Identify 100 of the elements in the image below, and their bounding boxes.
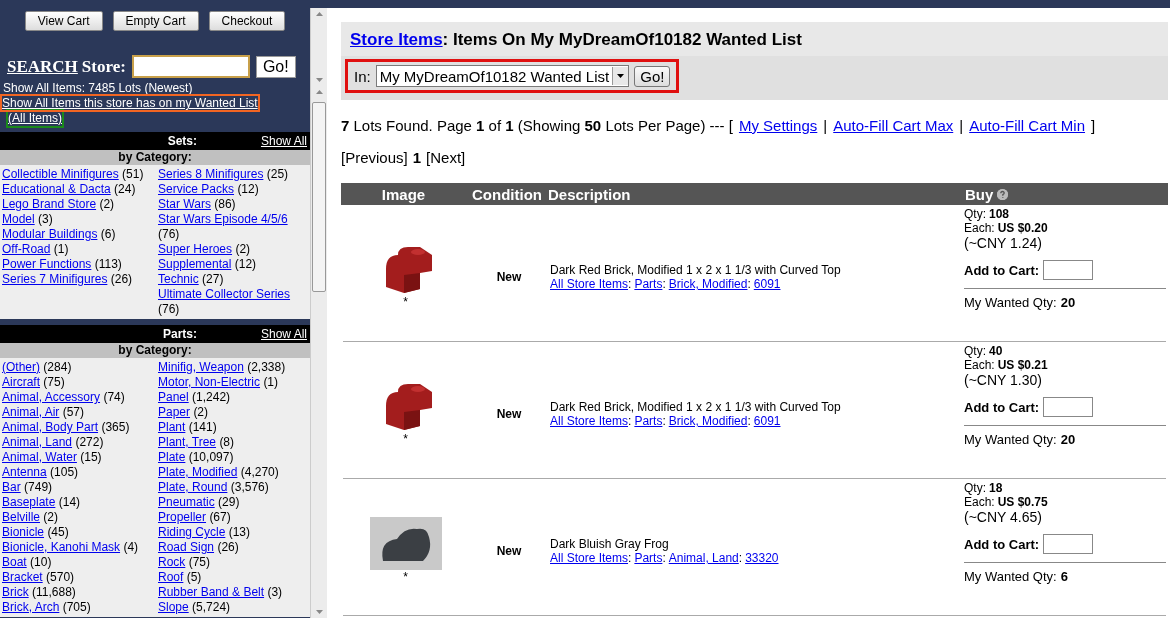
category-count: (141)	[188, 420, 217, 434]
breadcrumb-link[interactable]: Animal, Land	[668, 551, 739, 565]
show-all-link[interactable]: Show All	[260, 327, 307, 341]
category-link[interactable]: Plate	[158, 450, 186, 464]
category-link[interactable]: Pneumatic	[158, 495, 215, 509]
category-count: (2)	[235, 242, 251, 256]
help-icon[interactable]	[997, 188, 1009, 200]
settings-link[interactable]: Auto-Fill Cart Min	[969, 117, 1085, 134]
category-link[interactable]: Rubber Band & Belt	[158, 585, 265, 599]
category-link[interactable]: Animal, Body Part	[2, 420, 99, 434]
category-link[interactable]: Rock	[158, 555, 186, 569]
category-count: (14)	[58, 495, 81, 509]
store-items-link[interactable]: Store Items	[350, 30, 443, 49]
quantity-field[interactable]	[1043, 534, 1094, 554]
category-link[interactable]: Power Functions	[2, 257, 92, 271]
category-link[interactable]: Bionicle, Kanohi Mask	[2, 540, 121, 554]
category-link[interactable]: Modular Buildings	[2, 227, 98, 241]
image-mark[interactable]: *	[403, 295, 408, 309]
category-link[interactable]: Animal, Water	[2, 450, 77, 464]
cart-button[interactable]: View Cart	[24, 11, 103, 31]
category-link[interactable]: Star Wars Episode 4/5/6	[158, 212, 288, 226]
category-link[interactable]: Boat	[2, 555, 27, 569]
category-link[interactable]: Lego Brand Store	[2, 197, 97, 211]
category-link[interactable]: Minifig, Weapon	[158, 360, 244, 374]
scrollbar[interactable]	[310, 8, 327, 86]
scrollbar[interactable]	[310, 86, 327, 618]
category-link[interactable]: Technic	[158, 272, 199, 286]
category-link[interactable]: Collectible Minifigures	[2, 167, 119, 181]
scroll-up-icon[interactable]	[315, 12, 323, 16]
category-link[interactable]: Brick, Arch	[2, 600, 60, 614]
category-link[interactable]: Plant	[158, 420, 186, 434]
search-label: Store:	[81, 56, 126, 77]
category-link[interactable]: Model	[2, 212, 35, 226]
all-items-link[interactable]: (All Items)	[8, 111, 62, 126]
category-count: (4)	[123, 540, 139, 554]
category-link[interactable]: Road Sign	[158, 540, 215, 554]
list-dropdown[interactable]: My MyDreamOf10182 Wanted List	[375, 65, 630, 87]
category-count: (76)	[158, 302, 180, 316]
column-header: Condition	[471, 185, 543, 203]
category-link[interactable]: Aircraft	[2, 375, 40, 389]
category-link[interactable]: (Other)	[2, 360, 40, 374]
category-link[interactable]: Animal, Air	[2, 405, 60, 419]
category-link[interactable]: Supplemental	[158, 257, 232, 271]
path-separator: :	[662, 551, 666, 565]
separator: |	[823, 117, 828, 134]
category-count: (749)	[24, 480, 53, 494]
separator: |	[959, 117, 964, 134]
category-link[interactable]: Ultimate Collector Series	[158, 287, 291, 301]
caret-icon[interactable]	[612, 67, 629, 85]
cart-button[interactable]: Empty Cart	[112, 11, 199, 31]
cart-button[interactable]: Checkout	[208, 11, 286, 31]
scroll-down-icon[interactable]	[315, 610, 323, 614]
category-link[interactable]: Bracket	[2, 570, 43, 584]
image-mark[interactable]: *	[403, 569, 408, 584]
filter-go-button[interactable]: Go!	[634, 65, 671, 87]
category-link[interactable]: Baseplate	[2, 495, 56, 509]
breadcrumb-link[interactable]: 6091	[753, 277, 781, 291]
settings-link[interactable]: Auto-Fill Cart Max	[833, 117, 954, 134]
category-link[interactable]: Paper	[158, 405, 191, 419]
category-link[interactable]: Animal, Accessory	[2, 390, 101, 404]
category-link[interactable]: Star Wars	[158, 197, 211, 211]
path-separator: :	[747, 414, 751, 428]
search-link[interactable]: SEARCH	[7, 56, 78, 77]
settings-link[interactable]: My Settings	[738, 117, 818, 134]
category-link[interactable]: Belville	[2, 510, 40, 524]
category-link[interactable]: Educational & Dacta	[2, 182, 111, 196]
category-link[interactable]: Animal, Land	[2, 435, 73, 449]
category-link[interactable]: Riding Cycle	[158, 525, 226, 539]
scroll-up-icon[interactable]	[315, 90, 323, 94]
breadcrumb-link[interactable]: 6091	[753, 414, 781, 428]
breadcrumb-link[interactable]: 33320	[745, 551, 779, 565]
category-count: (570)	[46, 570, 75, 584]
category-link[interactable]: Roof	[158, 570, 184, 584]
category-link[interactable]: Bionicle	[2, 525, 45, 539]
category-link[interactable]: Super Heroes	[158, 242, 233, 256]
scroll-down-icon[interactable]	[315, 78, 323, 82]
scroll-thumb[interactable]	[312, 102, 326, 292]
category-link[interactable]: Bar	[2, 480, 21, 494]
category-link[interactable]: Propeller	[158, 510, 207, 524]
wanted-list-link[interactable]: Show All Items this store has on my Wanted List	[2, 96, 258, 110]
category-link[interactable]: Plant, Tree	[158, 435, 217, 449]
category-link[interactable]: Plate, Round	[158, 480, 228, 494]
category-count: (2)	[193, 405, 209, 419]
search-go-button[interactable]: Go!	[255, 55, 296, 78]
category-link[interactable]: Series 8 Minifigures	[158, 167, 264, 181]
category-link[interactable]: Motor, Non-Electric	[158, 375, 261, 389]
category-link[interactable]: Series 7 Minifigures	[2, 272, 108, 286]
quantity-field[interactable]	[1043, 397, 1094, 417]
category-link[interactable]: Panel	[158, 390, 189, 404]
category-link[interactable]: Brick	[2, 585, 29, 599]
category-link[interactable]: Antenna	[2, 465, 47, 479]
category-link[interactable]: Service Packs	[158, 182, 235, 196]
category-link[interactable]: Slope	[158, 600, 189, 614]
image-mark[interactable]: *	[403, 432, 408, 446]
show-all-link[interactable]: Show All	[260, 134, 307, 148]
quantity-field[interactable]	[1043, 260, 1094, 280]
search-field[interactable]	[131, 55, 250, 78]
category-link[interactable]: Plate, Modified	[158, 465, 238, 479]
category-link[interactable]: Off-Road	[2, 242, 51, 256]
page-title: Store Items: Items On My MyDreamOf10182 Wanted List	[350, 30, 803, 50]
